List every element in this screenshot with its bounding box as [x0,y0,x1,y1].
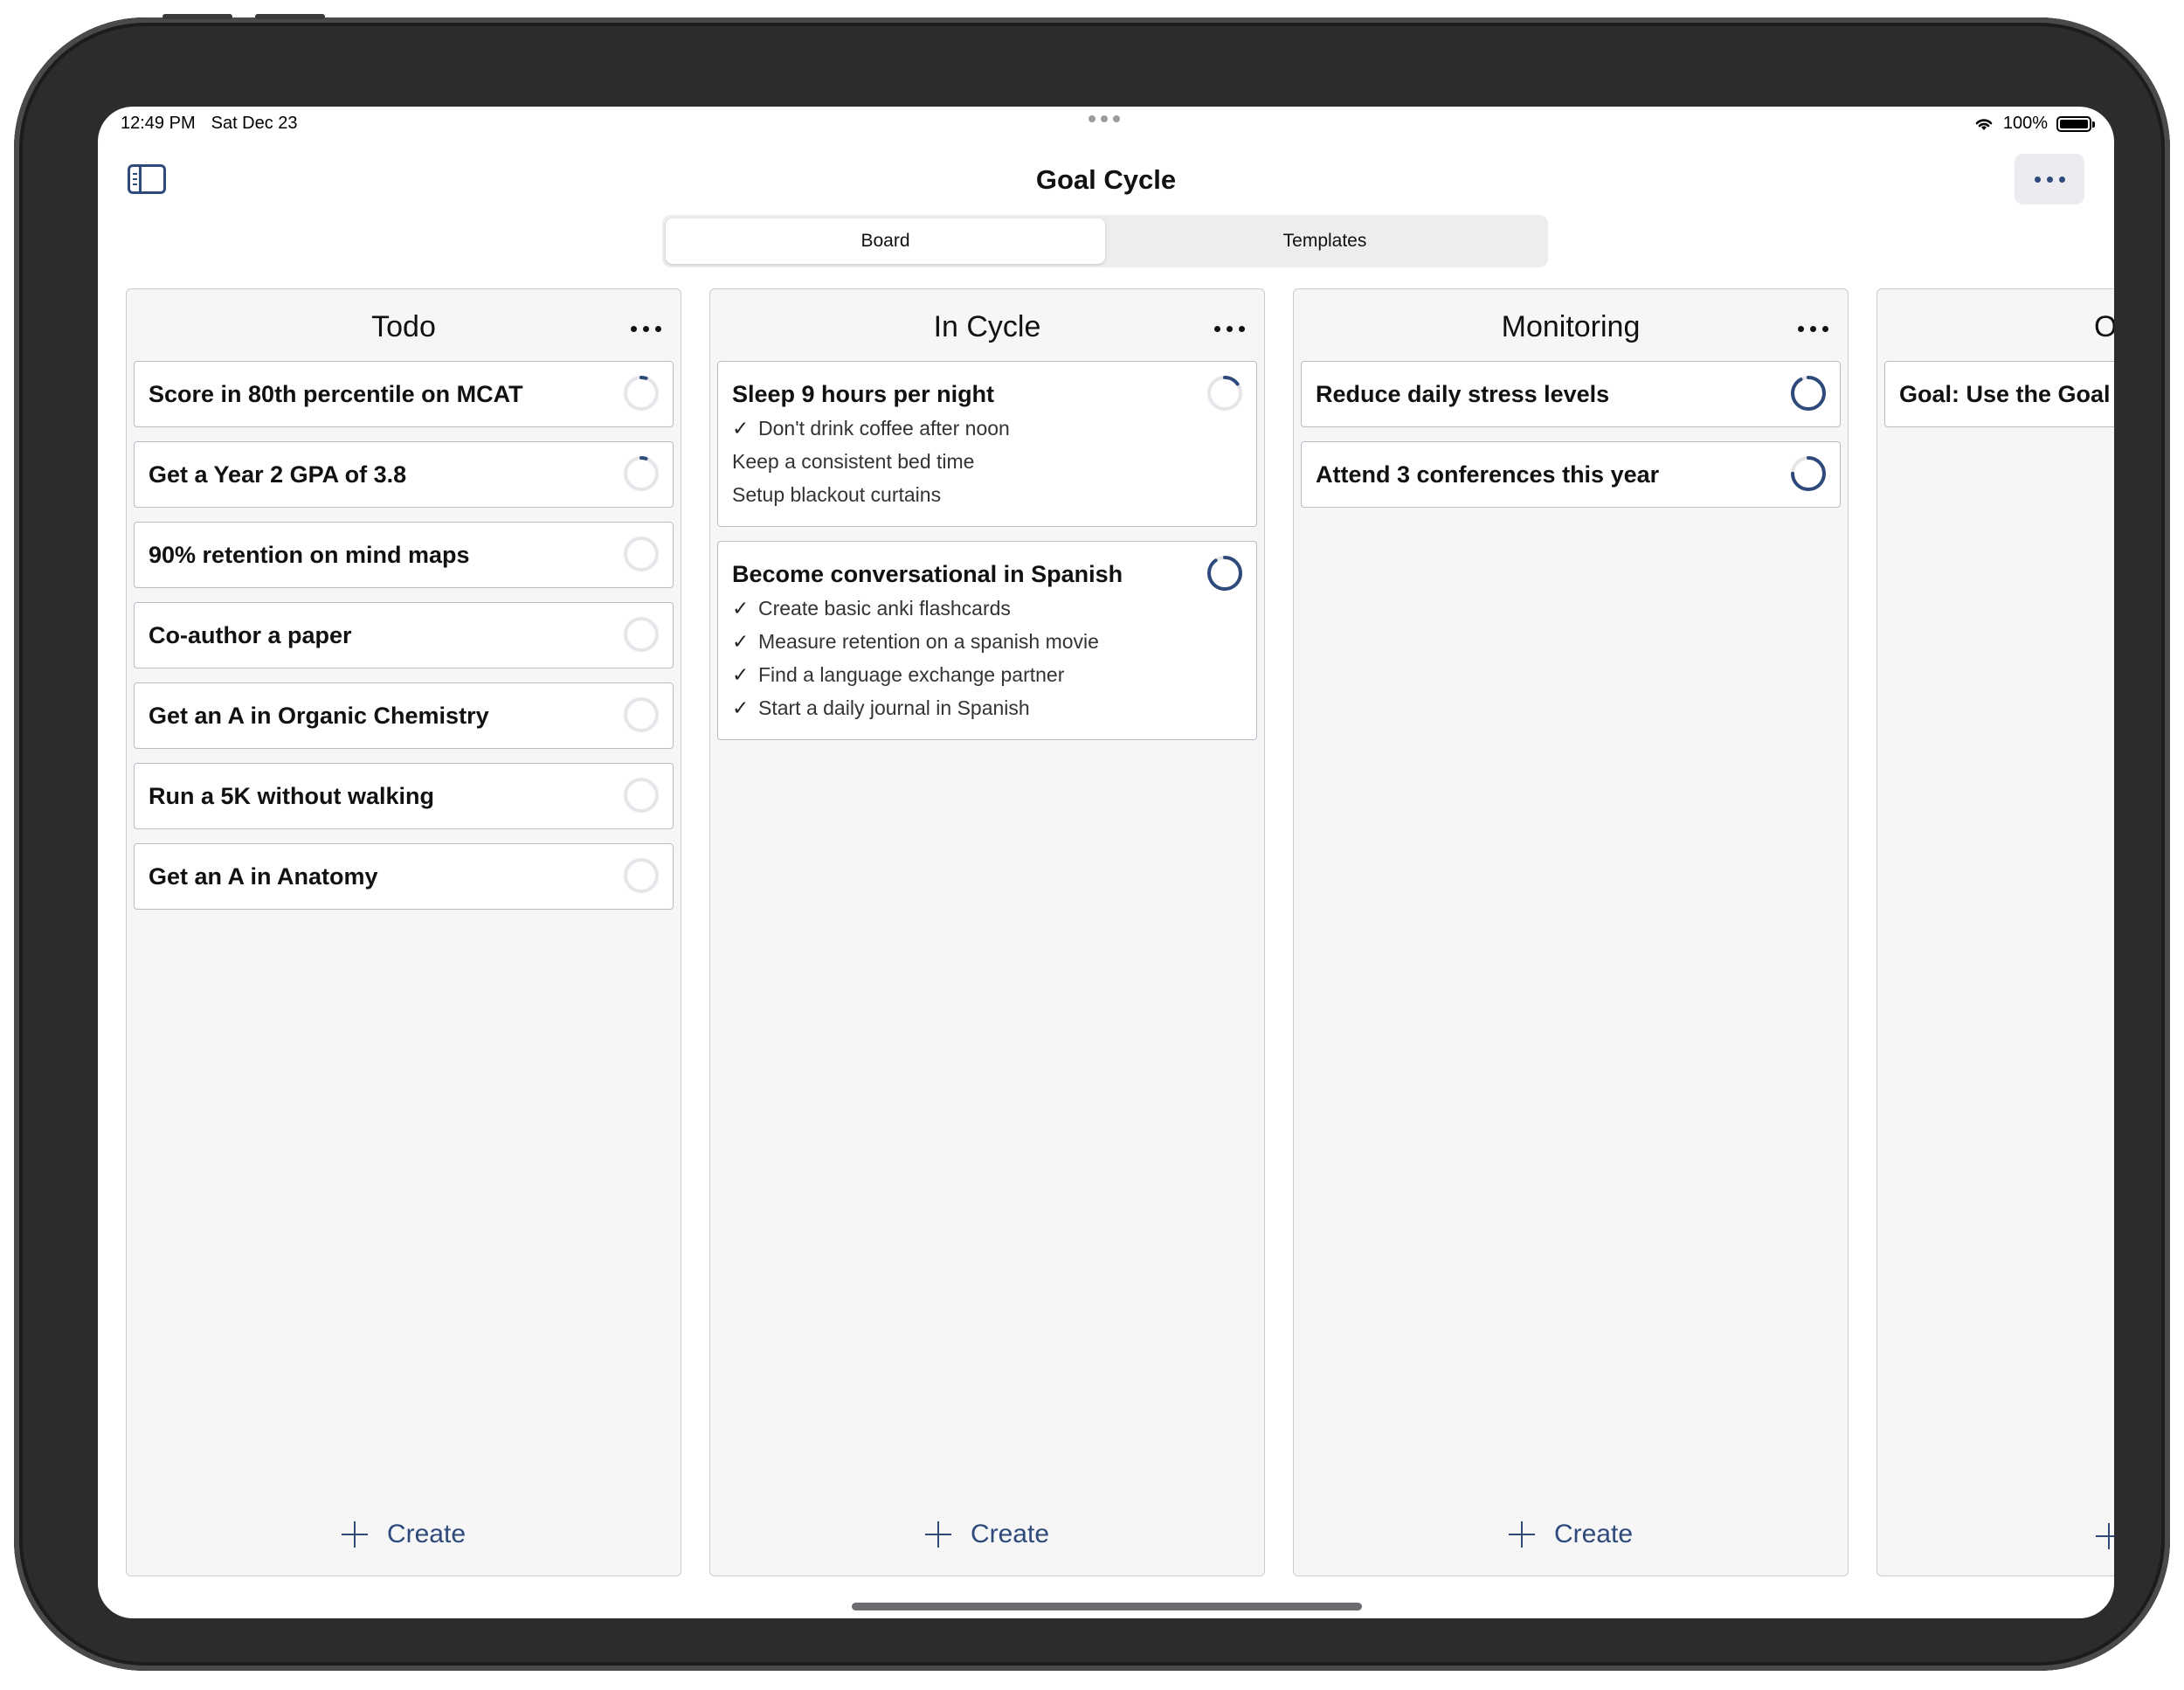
page-title: Goal Cycle [1035,164,1177,195]
column-outcome: Outcome Goal: Use the Goal Cycle [1876,288,2114,1576]
goal-card[interactable]: Get an A in Anatomy [134,843,674,910]
plus-icon [924,1521,951,1548]
create-button[interactable]: Create [127,1520,681,1549]
column-title: Monitoring [1501,310,1641,343]
ipad-frame: 12:49 PM Sat Dec 23 100% Goal Cycle Boar… [14,14,2170,1671]
plus-icon [341,1521,368,1548]
progress-ring-icon [624,376,659,411]
progress-ring-icon [1207,556,1242,591]
goal-card-task: ✓ Don't drink coffee after noon [732,412,1169,445]
goal-card-task: ✓ Start a daily journal in Spanish [732,691,1169,724]
progress-ring-icon [1791,376,1826,411]
more-options-button[interactable] [2015,154,2084,204]
goal-card-task: ✓ Find a language exchange partner [732,658,1169,691]
goal-card-title: Sleep 9 hours per night [732,381,995,407]
wifi-icon [1975,118,1993,130]
progress-ring-icon [624,537,659,571]
goal-card[interactable]: Become conversational in Spanish ✓ Create … [717,541,1257,740]
goal-card-task-text: Find a language exchange partner [758,663,1065,686]
column-more-button[interactable] [631,326,661,332]
card-list: Goal: Use the Goal Cycle [1884,361,2114,441]
tab-templates[interactable]: Templates [1105,218,1545,264]
card-list: Reduce daily stress levels Attend 3 confe… [1301,361,1841,522]
goal-card[interactable]: Goal: Use the Goal Cycle [1884,361,2114,427]
goal-card[interactable]: Run a 5K without walking [134,763,674,829]
progress-ring-icon [624,858,659,893]
tab-board[interactable]: Board [666,218,1105,264]
create-label: Create [970,1520,1050,1548]
progress-ring-icon [1207,376,1242,411]
progress-ring-icon [624,617,659,652]
goal-card-task: ✓ Create basic anki flashcards [732,592,1169,625]
column-title: Todo [371,310,436,343]
goal-card-task: ✓ Measure retention on a spanish movie [732,625,1169,658]
goal-card-title: Run a 5K without walking [149,783,435,809]
goal-card-title: Goal: Use the Goal Cycle [1899,381,2114,407]
card-list: Sleep 9 hours per night ✓ Don't drink coff… [717,361,1257,754]
status-bar-right: 100% [1973,114,2095,134]
status-bar-left: 12:49 PM Sat Dec 23 [121,114,298,134]
goal-card[interactable]: Get an A in Organic Chemistry [134,682,674,749]
goal-card[interactable]: Get a Year 2 GPA of 3.8 [134,441,674,508]
column-more-button[interactable] [1214,326,1245,332]
home-indicator[interactable] [852,1603,1362,1610]
create-button[interactable]: Create [710,1520,1264,1549]
status-date: Sat Dec 23 [211,114,298,133]
goal-card-title: Reduce daily stress levels [1316,381,1610,407]
progress-ring-icon [624,778,659,813]
column-more-button[interactable] [1798,326,1828,332]
goal-card-title: Get a Year 2 GPA of 3.8 [149,461,407,488]
screen: 12:49 PM Sat Dec 23 100% Goal Cycle Boar… [98,107,2114,1618]
goal-card-title: Co-author a paper [149,622,352,648]
column-title: Outcome [2094,310,2114,343]
goal-card[interactable]: Reduce daily stress levels [1301,361,1841,427]
goal-card-task-text: Create basic anki flashcards [758,597,1011,620]
goal-card-title: Attend 3 conferences this year [1316,461,1660,488]
goal-card-task-text: Start a daily journal in Spanish [758,696,1030,719]
goal-card-task-text: Measure retention on a spanish movie [758,630,1099,653]
create-button[interactable]: Create [1294,1520,1848,1549]
create-label: Create [1553,1520,1634,1548]
goal-card-title: 90% retention on mind maps [149,542,470,568]
progress-ring-icon [624,456,659,491]
multitasking-dots-icon[interactable] [1089,115,1120,122]
view-segmented-control: Board Templates [662,215,1548,267]
goal-card-title: Get an A in Anatomy [149,863,378,890]
battery-percent: 100% [2002,114,2048,133]
checkmark-icon: ✓ [732,597,750,620]
card-list: Score in 80th percentile on MCAT Get a Ye… [134,361,674,924]
column-title: In Cycle [933,310,1041,343]
goal-card-task-text: Setup blackout curtains [732,483,942,506]
goal-card-task-text: Don't drink coffee after noon [758,417,1010,440]
progress-ring-icon [1791,456,1826,491]
goal-card[interactable]: Score in 80th percentile on MCAT [134,361,674,427]
create-button[interactable] [1877,1523,2114,1549]
goal-card[interactable]: Attend 3 conferences this year [1301,441,1841,508]
goal-card[interactable]: Co-author a paper [134,602,674,668]
column-todo: Todo Score in 80th percentile on MCAT Get … [126,288,681,1576]
checkmark-icon: ✓ [732,417,750,440]
goal-card-task: Setup blackout curtains [732,478,1169,511]
plus-icon [2096,1523,2114,1549]
create-label: Create [386,1520,467,1548]
column-in-cycle: In Cycle Sleep 9 hours per night ✓ Don't dr… [709,288,1265,1576]
goal-card[interactable]: 90% retention on mind maps [134,522,674,588]
column-monitoring: Monitoring Reduce daily stress levels Atte… [1293,288,1849,1576]
checkmark-icon: ✓ [732,630,750,653]
status-time: 12:49 PM [121,114,196,133]
goal-card-title: Become conversational in Spanish [732,561,1123,587]
goal-card[interactable]: Sleep 9 hours per night ✓ Don't drink coff… [717,361,1257,527]
goal-card-task: Keep a consistent bed time [732,445,1169,478]
goal-card-title: Score in 80th percentile on MCAT [149,381,523,407]
top-button-2 [255,14,325,19]
checkmark-icon: ✓ [732,696,750,719]
top-button-1 [162,14,232,19]
goal-card-title: Get an A in Organic Chemistry [149,703,489,729]
checkmark-icon: ✓ [732,663,750,686]
goal-card-task-text: Keep a consistent bed time [732,450,975,473]
battery-icon [2056,115,2095,132]
progress-ring-icon [624,697,659,732]
plus-icon [1508,1521,1535,1548]
